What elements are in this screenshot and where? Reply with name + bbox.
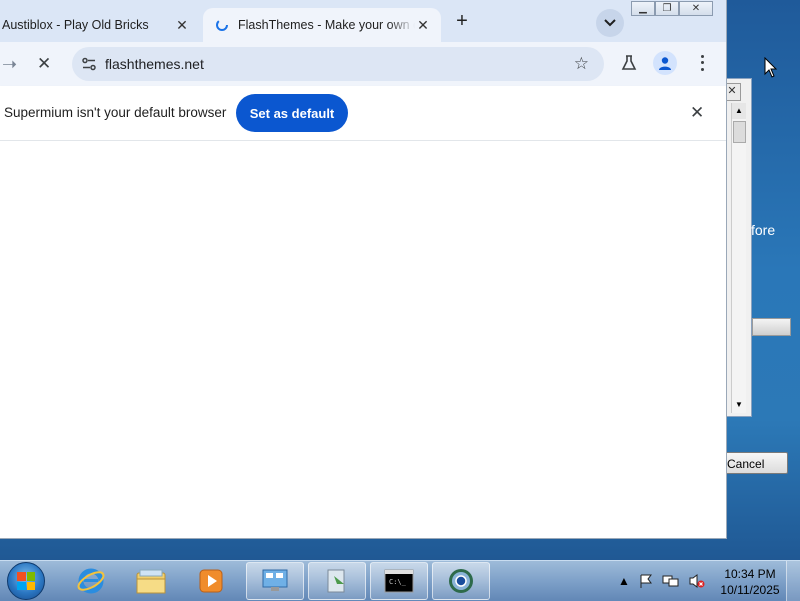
start-orb-icon[interactable] xyxy=(7,562,45,600)
scroll-thumb[interactable] xyxy=(733,121,746,143)
dialog-progress-bar xyxy=(752,318,791,336)
taskbar-clock[interactable]: 10:34 PM 10/11/2025 xyxy=(716,566,784,598)
new-tab-button[interactable]: + xyxy=(451,11,473,33)
network-icon[interactable] xyxy=(662,573,680,589)
kebab-menu-icon[interactable] xyxy=(694,53,710,73)
tab-title: FlashThemes - Make your own c xyxy=(238,18,415,32)
action-center-flag-icon[interactable] xyxy=(638,573,654,589)
labs-flask-icon[interactable] xyxy=(620,54,638,72)
window-controls: ▁ ❐ ✕ xyxy=(631,1,713,17)
stop-icon[interactable]: ✕ xyxy=(37,54,51,74)
svg-text:C:\_: C:\_ xyxy=(389,578,407,586)
supermium-browser-icon[interactable] xyxy=(432,562,490,600)
control-panel-icon[interactable] xyxy=(246,562,304,600)
tab-search-icon[interactable] xyxy=(596,9,624,37)
window-close-icon[interactable]: ✕ xyxy=(679,1,713,16)
scroll-up-icon[interactable]: ▲ xyxy=(732,103,746,119)
set-as-default-button[interactable]: Set as default xyxy=(236,94,348,132)
windows-explorer-icon[interactable] xyxy=(122,562,180,600)
profile-icon[interactable] xyxy=(653,51,677,75)
tab-title: Austiblox - Play Old Bricks xyxy=(2,18,149,32)
tab-close-icon[interactable]: ✕ xyxy=(174,17,190,33)
mouse-cursor-icon xyxy=(764,57,778,78)
browser-window: Austiblox - Play Old Bricks ✕ FlashTheme… xyxy=(0,0,727,539)
url-text[interactable]: flashthemes.net xyxy=(105,56,204,72)
tab-austiblox[interactable]: Austiblox - Play Old Bricks ✕ xyxy=(0,8,200,42)
system-tray: ▲ xyxy=(618,573,706,589)
clock-date: 10/11/2025 xyxy=(720,583,780,597)
dialog-scrollbar[interactable]: ▲ ▼ xyxy=(731,103,746,413)
site-info-icon[interactable] xyxy=(81,56,97,72)
minimize-icon[interactable]: ▁ xyxy=(631,1,655,16)
command-prompt-icon[interactable]: C:\_ xyxy=(370,562,428,600)
volume-muted-icon[interactable] xyxy=(688,573,706,589)
page-content[interactable] xyxy=(0,141,726,538)
arrow-right-icon[interactable]: ➝ xyxy=(2,54,17,75)
show-desktop-button[interactable] xyxy=(786,561,800,601)
loading-favicon-icon xyxy=(216,19,228,31)
dialog-partial-text: fore xyxy=(751,222,776,238)
address-bar[interactable]: flashthemes.net ☆ xyxy=(72,47,604,81)
star-icon[interactable]: ☆ xyxy=(574,54,589,74)
close-icon[interactable]: ✕ xyxy=(690,103,704,123)
browser-toolbar: ➝ ✕ flashthemes.net ☆ xyxy=(0,42,726,86)
scroll-down-icon[interactable]: ▼ xyxy=(732,397,746,413)
tab-flashthemes[interactable]: FlashThemes - Make your own c ✕ xyxy=(203,8,441,42)
media-player-icon[interactable] xyxy=(182,562,240,600)
infobar-message: Supermium isn't your default browser xyxy=(4,105,227,120)
tab-close-icon[interactable]: ✕ xyxy=(415,17,431,33)
tab-strip: Austiblox - Play Old Bricks ✕ FlashTheme… xyxy=(0,0,726,42)
dialog-cancel-button[interactable]: Cancel xyxy=(722,452,788,474)
restore-icon[interactable]: ❐ xyxy=(655,1,679,16)
show-hidden-icons-icon[interactable]: ▲ xyxy=(618,574,630,588)
file-transfer-icon[interactable] xyxy=(308,562,366,600)
internet-explorer-icon[interactable] xyxy=(62,562,120,600)
taskbar: C:\_ ▲ 10:34 PM 10/11/2025 xyxy=(0,560,800,601)
default-browser-infobar: Supermium isn't your default browser Set… xyxy=(0,86,726,141)
clock-time: 10:34 PM xyxy=(724,567,776,581)
